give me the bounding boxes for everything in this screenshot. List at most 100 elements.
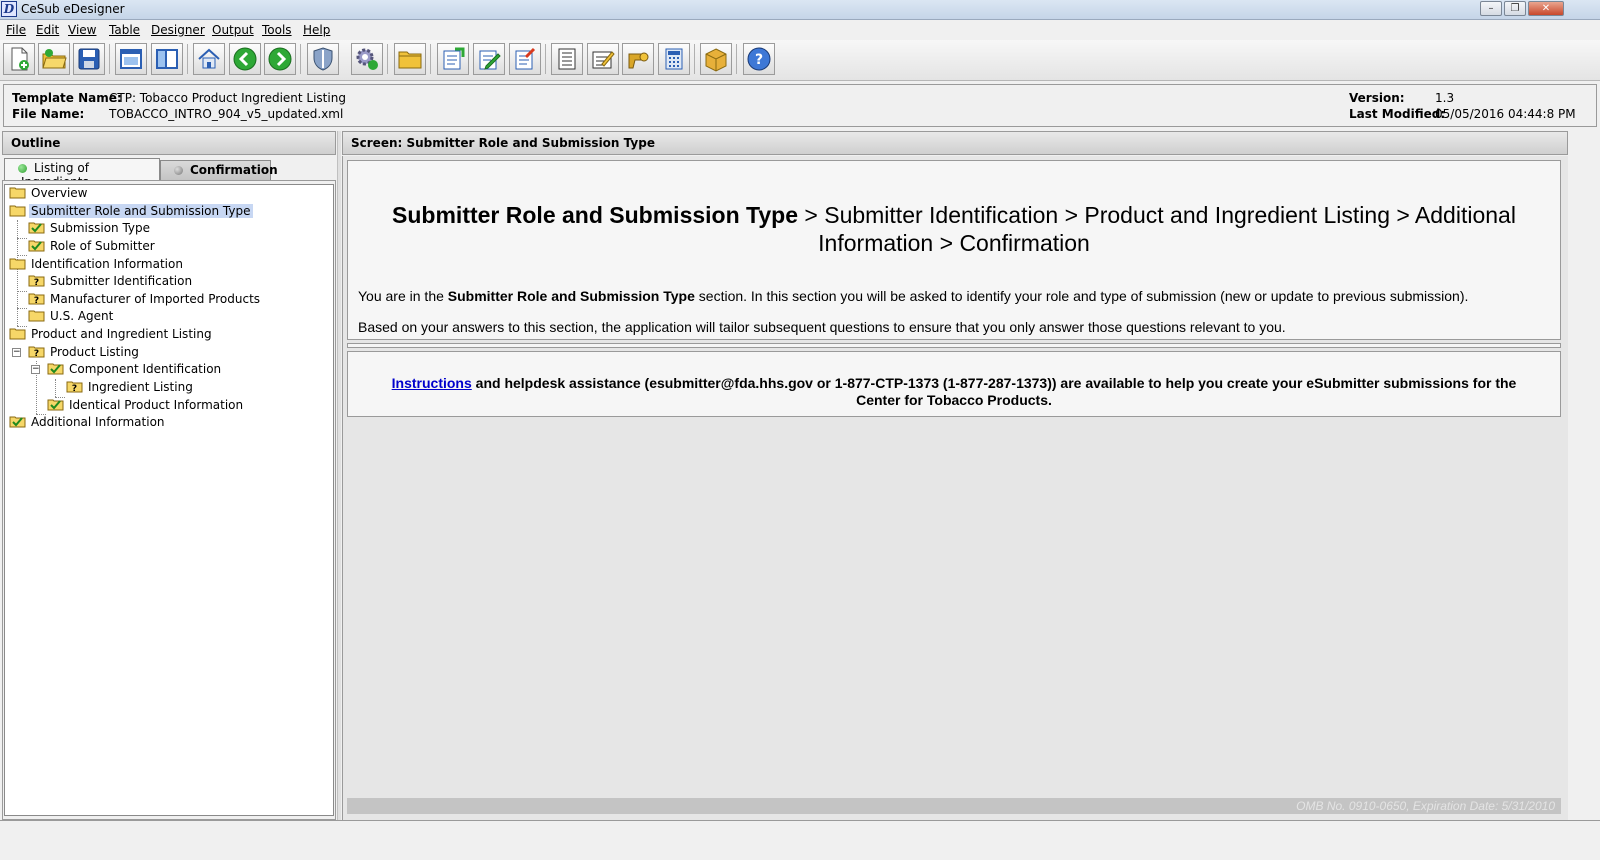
tree-item-submitter-identification[interactable]: ? Submitter Identification: [28, 273, 194, 291]
last-modified-value: 05/05/2016 04:44:8 PM: [1435, 107, 1576, 121]
tree-item-product-listing[interactable]: ? Product Listing: [28, 344, 141, 362]
tree-item-label: Role of Submitter: [50, 239, 155, 253]
template-info-panel: Template Name: CTP: Tobacco Product Ingr…: [3, 84, 1597, 127]
shield-icon[interactable]: [307, 43, 339, 75]
section-description: You are in the Submitter Role and Submis…: [358, 288, 1558, 304]
menu-view[interactable]: View: [68, 23, 96, 37]
tree-item-label: Submitter Role and Submission Type: [29, 204, 253, 218]
panel-splitter[interactable]: [337, 131, 341, 820]
tree-item-label: Identical Product Information: [69, 398, 244, 412]
toolbar: ?: [0, 40, 1600, 81]
helpdesk-box: Instructions and helpdesk assistance (es…: [347, 351, 1561, 417]
edit-icon[interactable]: [473, 43, 505, 75]
menu-help[interactable]: Help: [303, 23, 330, 37]
tree-item-label: Submitter Identification: [50, 274, 193, 288]
settings-gear-icon[interactable]: [351, 43, 383, 75]
tree-connector: [17, 291, 27, 292]
list-document-icon[interactable]: [551, 43, 583, 75]
tree-item-label: Ingredient Listing: [88, 380, 193, 394]
tree-connector: [55, 379, 56, 397]
last-modified-label: Last Modified:: [1349, 107, 1446, 121]
svg-text:?: ?: [34, 296, 39, 305]
window-title-bar: D CeSub eDesigner – ❐ ✕: [0, 0, 1600, 20]
description-bold: Submitter Role and Submission Type: [447, 288, 695, 304]
checked-folder-icon: [28, 222, 45, 234]
window-icon[interactable]: [115, 43, 147, 75]
folder-icon[interactable]: [394, 43, 426, 75]
question-folder-icon: ?: [66, 381, 83, 393]
toolbar-separator: [187, 44, 188, 74]
tree-item-label: Product Listing: [50, 345, 139, 359]
menu-file[interactable]: File: [6, 23, 26, 37]
screen-header: Screen: Submitter Role and Submission Ty…: [342, 131, 1568, 155]
divider: [347, 343, 1561, 348]
open-folder-icon[interactable]: [38, 43, 70, 75]
home-icon[interactable]: [193, 43, 225, 75]
screen-content: Submitter Role and Submission Type > Sub…: [342, 156, 1568, 820]
tree-item-identical-product[interactable]: Identical Product Information: [47, 397, 245, 415]
tree-item-identification-information[interactable]: Identification Information: [9, 256, 185, 274]
collapse-icon[interactable]: −: [31, 365, 40, 374]
description-text: section. In this section you will be ask…: [694, 288, 1469, 304]
help-icon[interactable]: ?: [743, 43, 775, 75]
tab-confirmation[interactable]: Confirmation: [160, 160, 278, 180]
file-name-label: File Name:: [12, 107, 85, 121]
tree-connector: [17, 308, 27, 309]
package-icon[interactable]: [700, 43, 732, 75]
tree-item-label: Manufacturer of Imported Products: [50, 292, 261, 306]
tree-item-us-agent[interactable]: U.S. Agent: [28, 308, 115, 326]
tree-item-submission-type[interactable]: Submission Type: [28, 220, 152, 238]
back-arrow-icon[interactable]: [229, 43, 261, 75]
menu-designer[interactable]: Designer: [151, 23, 205, 37]
folder-icon: [9, 258, 26, 270]
tree-item-label: U.S. Agent: [50, 309, 114, 323]
omb-bar: OMB No. 0910-0650, Expiration Date: 5/31…: [347, 798, 1561, 814]
menu-table[interactable]: Table: [109, 23, 140, 37]
export-icon[interactable]: [437, 43, 469, 75]
save-icon[interactable]: [73, 43, 105, 75]
toolbar-separator: [430, 44, 431, 74]
tree-item-label: Component Identification: [69, 362, 222, 376]
tree-item-label: Identification Information: [31, 257, 183, 271]
tree-item-component-identification[interactable]: Component Identification: [47, 361, 223, 379]
import-icon[interactable]: [509, 43, 541, 75]
collapse-icon[interactable]: −: [12, 348, 21, 357]
status-dot-icon: [174, 166, 183, 175]
helpdesk-line: Center for Tobacco Products.: [856, 392, 1052, 408]
omb-notice: OMB No. 0910-0650, Expiration Date: 5/31…: [1296, 799, 1555, 813]
version-value: 1.3: [1435, 91, 1455, 105]
tree-item-submitter-role[interactable]: Submitter Role and Submission Type: [9, 203, 253, 221]
app-icon: D: [1, 1, 17, 17]
template-name-label: Template Name:: [12, 91, 122, 105]
question-folder-icon: ?: [28, 275, 45, 287]
calculator-icon[interactable]: [658, 43, 690, 75]
outline-tree: − − Overview Submitter Role and Submissi…: [4, 184, 334, 816]
tree-item-label: Overview: [31, 186, 88, 200]
split-panel-icon[interactable]: [151, 43, 183, 75]
tree-item-overview[interactable]: Overview: [9, 185, 90, 203]
tree-item-role-of-submitter[interactable]: Role of Submitter: [28, 238, 157, 256]
tree-item-label: Product and Ingredient Listing: [31, 327, 212, 341]
menu-tools[interactable]: Tools: [262, 23, 292, 37]
menu-bar: File Edit View Table Designer Output Too…: [0, 20, 1600, 40]
minimize-icon[interactable]: –: [1480, 1, 1502, 16]
forward-arrow-icon[interactable]: [264, 43, 296, 75]
form-edit-icon[interactable]: [587, 43, 619, 75]
instructions-link[interactable]: Instructions: [392, 375, 472, 391]
tab-listing-of-ingredients[interactable]: Listing of Ingredients: [4, 158, 160, 189]
new-document-icon[interactable]: [3, 43, 35, 75]
question-folder-icon: ?: [28, 346, 45, 358]
tree-item-manufacturer-imported[interactable]: ? Manufacturer of Imported Products: [28, 291, 262, 309]
menu-edit[interactable]: Edit: [36, 23, 59, 37]
close-icon[interactable]: ✕: [1528, 1, 1564, 16]
outline-header: Outline: [2, 131, 336, 155]
tree-item-additional-information[interactable]: Additional Information: [9, 414, 167, 432]
toolbar-separator: [387, 44, 388, 74]
tree-item-ingredient-listing[interactable]: ? Ingredient Listing: [66, 379, 195, 397]
svg-text:?: ?: [34, 278, 39, 287]
restore-icon[interactable]: ❐: [1504, 1, 1526, 16]
key-icon[interactable]: [622, 43, 654, 75]
menu-output[interactable]: Output: [212, 23, 254, 37]
tree-item-product-ingredient-listing[interactable]: Product and Ingredient Listing: [9, 326, 214, 344]
window-edge: [1568, 131, 1600, 820]
